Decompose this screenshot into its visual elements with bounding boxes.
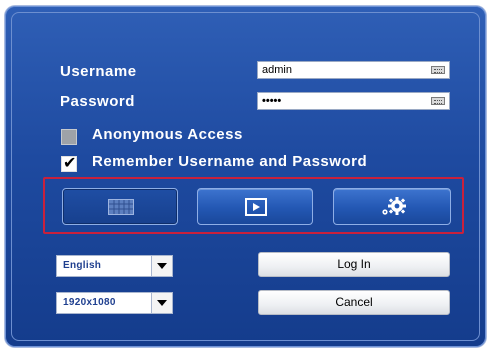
remember-checkbox[interactable] xyxy=(61,153,77,172)
language-select[interactable]: English xyxy=(56,255,173,277)
multi-screen-icon xyxy=(108,199,134,215)
username-value: admin xyxy=(262,64,292,76)
virtual-keyboard-icon[interactable] xyxy=(431,66,445,74)
chevron-down-icon[interactable] xyxy=(151,293,172,313)
playback-button[interactable] xyxy=(197,188,313,225)
username-label: Username xyxy=(60,63,137,80)
language-value: English xyxy=(63,260,102,271)
virtual-keyboard-icon[interactable] xyxy=(431,97,445,105)
password-label: Password xyxy=(60,93,135,110)
playback-icon xyxy=(245,198,267,216)
resolution-value: 1920x1080 xyxy=(63,297,116,308)
anonymous-label: Anonymous Access xyxy=(92,126,243,143)
resolution-select[interactable]: 1920x1080 xyxy=(56,292,173,314)
anonymous-checkbox[interactable] xyxy=(61,129,77,145)
live-view-button[interactable] xyxy=(62,188,178,225)
username-field[interactable]: admin xyxy=(257,61,450,79)
password-value: ••••• xyxy=(262,95,282,107)
settings-gear-icon xyxy=(382,197,406,215)
chevron-down-icon[interactable] xyxy=(151,256,172,276)
cancel-button[interactable]: Cancel xyxy=(258,290,450,315)
password-field[interactable]: ••••• xyxy=(257,92,450,110)
settings-button[interactable] xyxy=(333,188,451,225)
login-button[interactable]: Log In xyxy=(258,252,450,277)
remember-label: Remember Username and Password xyxy=(92,153,368,170)
